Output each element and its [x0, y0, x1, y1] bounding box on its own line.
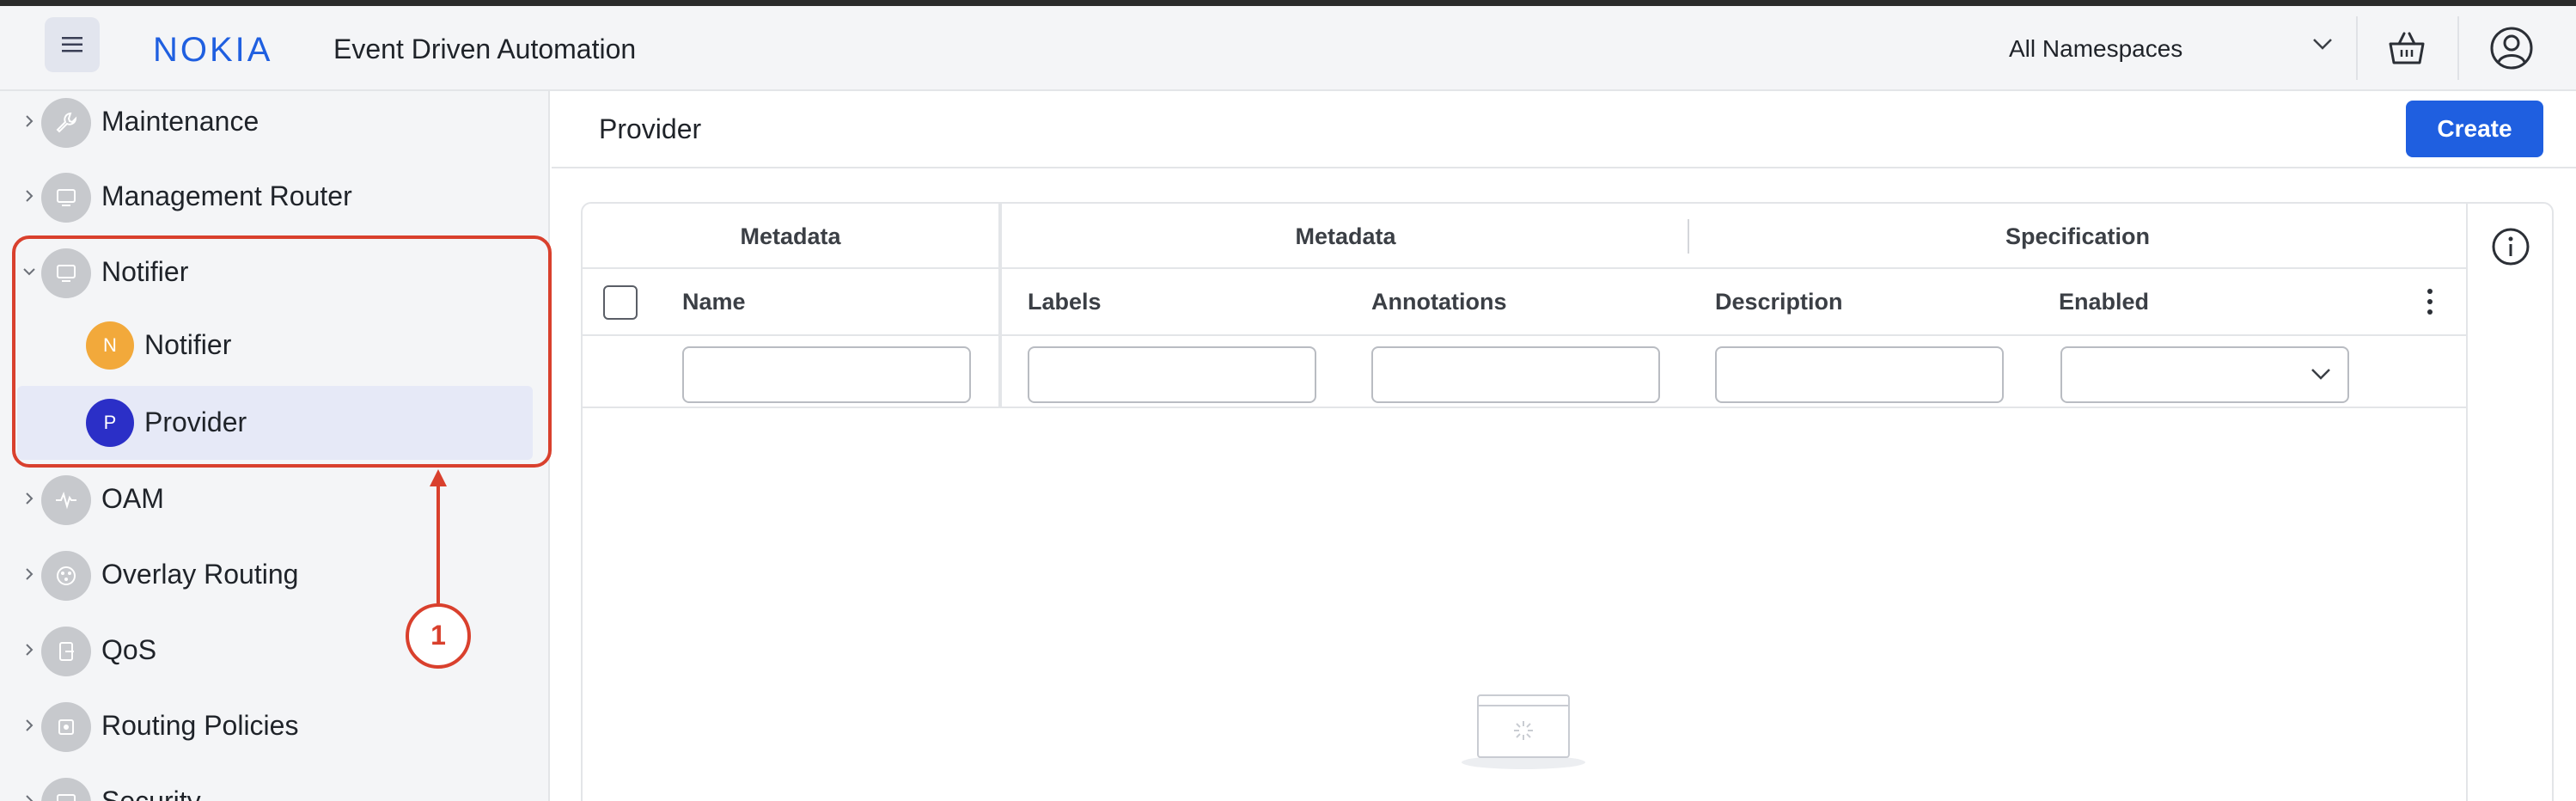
provider-table: Metadata Metadata Specification Name Lab…	[581, 202, 2554, 801]
header-divider	[2457, 16, 2459, 80]
pulse-icon	[41, 475, 91, 525]
window-top-edge	[0, 0, 2576, 6]
monitor-icon	[41, 778, 91, 801]
qos-icon	[41, 627, 91, 676]
table-header-row: Name Labels Annotations Description Enab…	[583, 269, 2466, 336]
app-header: NOKIA Event Driven Automation All Namesp…	[0, 6, 2576, 91]
empty-state-icon	[1462, 694, 1585, 769]
app-title: Event Driven Automation	[333, 34, 637, 64]
column-header-enabled[interactable]: Enabled	[2059, 286, 2149, 317]
create-button[interactable]: Create	[2406, 101, 2543, 157]
namespace-select-value: All Namespaces	[2009, 35, 2183, 62]
table-filter-row	[583, 336, 2466, 408]
basket-icon[interactable]	[2385, 27, 2428, 70]
sidebar-item-label: OAM	[101, 483, 164, 514]
sidebar-item-label: Maintenance	[101, 106, 259, 137]
annotations-filter-input[interactable]	[1371, 346, 1660, 403]
monitor-icon	[41, 173, 91, 223]
chevron-right-icon	[26, 492, 34, 504]
labels-filter-input[interactable]	[1028, 346, 1316, 403]
nokia-logo: NOKIA	[153, 32, 272, 68]
column-header-labels[interactable]: Labels	[1028, 286, 1102, 317]
column-header-name[interactable]: Name	[682, 286, 746, 317]
description-filter-input[interactable]	[1715, 346, 2004, 403]
group-header-metadata: Metadata	[740, 223, 841, 249]
sidebar-item-label: Overlay Routing	[101, 559, 299, 590]
namespace-select[interactable]: All Namespaces	[2009, 25, 2334, 73]
title-divider	[552, 167, 2576, 168]
annotation-highlight-box	[12, 235, 552, 468]
chevron-right-icon	[26, 115, 34, 127]
wrench-icon	[41, 98, 91, 148]
info-icon[interactable]	[2490, 226, 2531, 267]
group-header-metadata: Metadata	[1295, 223, 1396, 249]
chevron-right-icon	[26, 190, 34, 202]
network-icon	[41, 551, 91, 601]
chevron-right-icon	[26, 719, 34, 731]
group-header-specification: Specification	[2005, 223, 2151, 249]
enabled-filter-select[interactable]	[2060, 346, 2349, 403]
sidebar-item-label: Management Router	[101, 180, 352, 211]
annotation-number: 1	[430, 619, 446, 651]
sidebar-item-security[interactable]: Security	[0, 767, 548, 801]
column-header-annotations[interactable]: Annotations	[1371, 286, 1506, 317]
chevron-right-icon	[26, 795, 34, 801]
sidebar-item-routing-policies[interactable]: Routing Policies	[0, 691, 548, 760]
name-filter-input[interactable]	[682, 346, 971, 403]
select-all-checkbox[interactable]	[603, 285, 638, 320]
hamburger-icon	[62, 37, 82, 52]
chevron-down-icon	[2313, 39, 2332, 50]
policy-icon	[41, 702, 91, 752]
pinned-column-divider	[998, 204, 1002, 408]
sidebar-item-maintenance[interactable]: Maintenance	[0, 91, 548, 156]
svg-text:NOKIA: NOKIA	[153, 32, 272, 68]
chevron-right-icon	[26, 644, 34, 656]
user-circle-icon[interactable]	[2488, 25, 2535, 71]
chevron-right-icon	[26, 568, 34, 580]
sidebar-item-management-router[interactable]: Management Router	[0, 162, 548, 230]
chevron-down-icon	[2311, 369, 2330, 380]
sidebar-item-label: Security	[101, 786, 201, 801]
sidebar-item-label: QoS	[101, 634, 157, 665]
header-divider	[2356, 16, 2358, 80]
sidebar-item-label: Routing Policies	[101, 710, 299, 741]
menu-button[interactable]	[45, 17, 100, 72]
page-title: Provider	[599, 113, 702, 144]
column-header-description[interactable]: Description	[1715, 286, 1843, 317]
table-group-header: Metadata Metadata Specification	[583, 204, 2466, 269]
more-options-icon[interactable]	[2421, 283, 2439, 321]
table-side-panel	[2466, 204, 2552, 801]
